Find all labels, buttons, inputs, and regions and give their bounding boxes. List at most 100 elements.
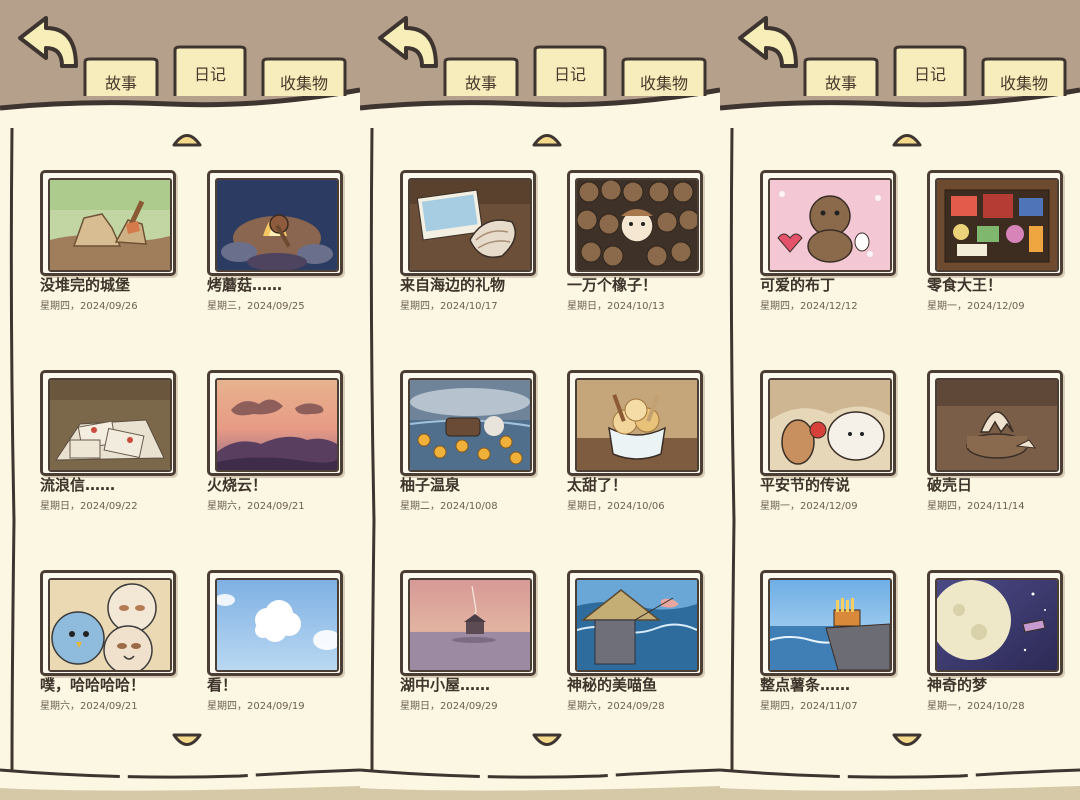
entry-title: 烤蘑菇…… [207,276,283,294]
photo-frame [207,170,343,276]
diary-entry[interactable]: 神秘的美喵鱼 星期六，2024/09/28 [567,570,707,715]
diary-entry[interactable]: 神奇的梦星期一，2024/10/28 [927,570,1067,715]
diary-entry[interactable]: 来自海边的礼物 星期四，2024/10/17 [400,170,540,315]
diary-entry[interactable]: 柚子温泉 星期二，2024/10/08 [400,370,540,515]
page-up-button[interactable] [171,128,203,148]
back-button[interactable] [376,14,444,72]
diary-photo [215,378,339,472]
tab-story[interactable]: 故事 [82,56,160,96]
diary-entry[interactable]: 太甜了！ 星期日，2024/10/06 [567,370,707,515]
diary-entry[interactable]: 零食大王！ 星期一，2024/12/09 [927,170,1067,315]
diary-photo [935,378,1059,472]
page-up-button[interactable] [891,128,923,148]
chevron-up-icon [532,134,562,147]
photo-frame [927,170,1063,276]
acorn-pile-picture [577,180,697,270]
chevron-down-icon [532,733,562,746]
diary-panel: 故事 日记 收集物没堆完的城堡 星期四，2024/09/26 烤蘑菇…… 星期三，2024… [0,0,360,800]
diary-entry[interactable]: 烤蘑菇…… 星期三，2024/09/25 [207,170,347,315]
tab-label: 收集物 [999,74,1048,93]
entry-title: 一万个橡子！ [567,276,658,294]
diary-photo [575,378,699,472]
entry-date: 星期日，2024/09/22 [40,501,138,512]
tab-collection[interactable]: 收集物 [260,56,348,96]
entry-title: 没堆完的城堡 [40,276,131,294]
photo-frame [760,570,896,676]
ice-cream-picture [577,380,697,470]
back-arrow-icon [18,16,78,68]
tab-collection[interactable]: 收集物 [620,56,708,96]
entry-title: 平安节的传说 [760,476,851,494]
diary-entry[interactable]: 噗，哈哈哈哈！ 星期六，2024/09/21 [40,570,180,715]
entry-title: 神奇的梦 [927,676,988,694]
tab-diary[interactable]: 日记 [172,44,248,96]
entry-date: 星期日，2024/10/06 [567,501,665,512]
back-button[interactable] [16,14,84,72]
diary-entry[interactable]: 湖中小屋…… 星期日，2024/09/29 [400,570,540,715]
diary-entry[interactable]: 看！ 星期四，2024/09/19 [207,570,347,715]
seashell-photo-picture [410,180,530,270]
back-arrow-icon [378,16,438,68]
hatched-egg-picture [937,380,1057,470]
entry-date: 星期六，2024/09/21 [40,701,138,712]
laughing-birds-picture [50,580,170,670]
diary-photo [48,178,172,272]
letters-pile-picture [50,380,170,470]
entry-date: 星期日，2024/10/13 [567,301,665,312]
chevron-up-icon [172,134,202,147]
entry-date: 星期一，2024/10/28 [927,701,1025,712]
photo-frame [567,570,703,676]
diary-photo [48,578,172,672]
diary-entry[interactable]: 火烧云！ 星期六，2024/09/21 [207,370,347,515]
entry-title: 看！ [207,676,238,694]
entry-title: 噗，哈哈哈哈！ [40,676,146,694]
diary-photo [575,178,699,272]
entry-title: 可爱的布丁 [760,276,836,294]
tab-diary[interactable]: 日记 [892,44,968,96]
entry-title: 零食大王！ [927,276,1003,294]
photo-frame [760,170,896,276]
photo-frame [207,570,343,676]
diary-entry[interactable]: 没堆完的城堡 星期四，2024/09/26 [40,170,180,315]
diary-entry[interactable]: 平安节的传说 星期一，2024/12/09 [760,370,900,515]
cloud-sky-picture [217,580,337,670]
diary-photo [215,178,339,272]
entry-date: 星期四，2024/11/07 [760,701,858,712]
diary-entry[interactable]: 流浪信…… 星期日，2024/09/22 [40,370,180,515]
tab-label: 故事 [104,74,137,93]
back-button[interactable] [736,14,804,72]
entry-title: 湖中小屋…… [400,676,491,694]
pudding-dog-picture [770,180,890,270]
diary-photo [408,178,532,272]
page-down-button[interactable] [531,732,563,752]
photo-frame [207,370,343,476]
tab-diary[interactable]: 日记 [532,44,608,96]
photo-frame [760,370,896,476]
tab-collection[interactable]: 收集物 [980,56,1068,96]
entry-date: 星期四，2024/12/12 [760,301,858,312]
photo-frame [927,570,1063,676]
diary-photo [935,178,1059,272]
page-up-button[interactable] [531,128,563,148]
diary-entry[interactable]: 可爱的布丁星期四，2024/12/12 [760,170,900,315]
diary-photo [575,578,699,672]
diary-entry[interactable]: 整点薯条…… 星期四，2024/11/07 [760,570,900,715]
diary-screens: 故事 日记 收集物 没堆完的城堡 星期四，2024/09/26 烤蘑菇…… 星期三，2024… [0,0,1080,800]
yuzu-hotspring-picture [410,380,530,470]
diary-photo [935,578,1059,672]
page-down-button[interactable] [891,732,923,752]
diary-entry[interactable]: 破壳日 星期四，2024/11/14 [927,370,1067,515]
tab-story[interactable]: 故事 [802,56,880,96]
diary-photo [768,378,892,472]
photo-frame [400,170,536,276]
tab-story[interactable]: 故事 [442,56,520,96]
diary-entry[interactable]: 一万个橡子！ 星期日，2024/10/13 [567,170,707,315]
diary-panel: 故事 日记 收集物 可爱的布丁 星期四，2024/12/12 零食大王！ 星期一，2024/… [720,0,1080,800]
photo-frame [40,370,176,476]
entry-date: 星期四，2024/11/14 [927,501,1025,512]
tab-label: 日记 [193,65,226,84]
page-down-button[interactable] [171,732,203,752]
diary-photo [768,578,892,672]
tab-label: 故事 [824,74,857,93]
photo-frame [40,170,176,276]
